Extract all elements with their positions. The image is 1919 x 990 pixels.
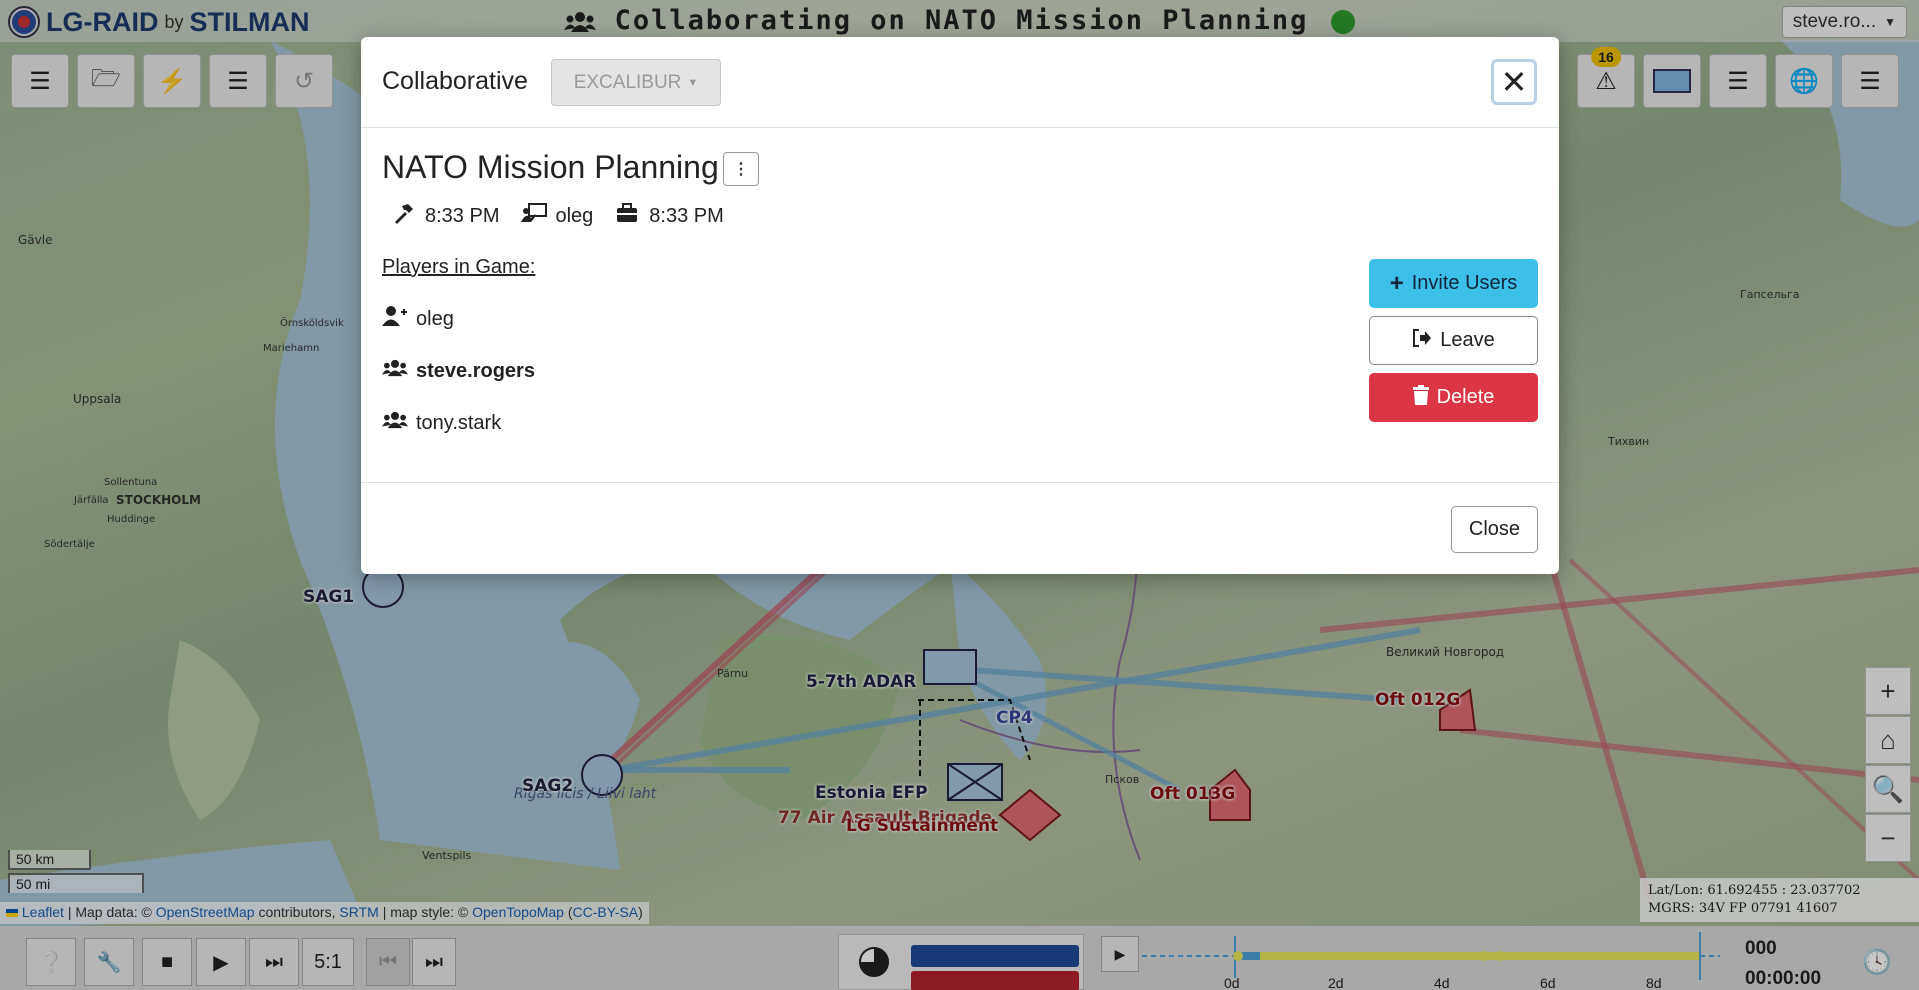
invite-users-label: Invite Users <box>1411 272 1518 294</box>
modified-time: 8:33 PM <box>649 204 724 227</box>
hammer-icon <box>391 202 415 230</box>
delete-label: Delete <box>1436 386 1495 408</box>
organization-select[interactable]: EXCALIBUR ▼ <box>551 59 721 106</box>
game-name: NATO Mission Planning <box>382 149 719 185</box>
player-item: oleg <box>382 305 454 333</box>
created-time: 8:33 PM <box>425 204 500 227</box>
sign-out-icon <box>1412 328 1432 353</box>
plus-icon: + <box>1389 269 1404 297</box>
player-name: oleg <box>416 307 454 330</box>
collaborative-modal: Collaborative EXCALIBUR ▼ ✕ NATO Mission… <box>361 37 1559 574</box>
vertical-ellipsis-icon: ⋮ <box>733 161 749 178</box>
players-heading: Players in Game: <box>382 256 536 278</box>
users-icon <box>382 410 408 436</box>
close-x-button[interactable]: ✕ <box>1491 59 1537 105</box>
modal-title: Collaborative <box>382 67 528 95</box>
caret-down-icon: ▼ <box>687 76 699 89</box>
player-item: tony.stark <box>382 410 501 436</box>
modal-header: Collaborative EXCALIBUR ▼ ✕ <box>361 37 1559 128</box>
trash-icon <box>1412 384 1429 411</box>
player-item: steve.rogers <box>382 358 535 384</box>
invite-users-button[interactable]: + Invite Users <box>1369 259 1538 308</box>
org-select-value: EXCALIBUR <box>573 71 682 93</box>
game-meta-row: 8:33 PM oleg 8:33 PM <box>391 202 724 230</box>
leave-button[interactable]: Leave <box>1369 316 1538 365</box>
user-plus-icon <box>382 305 408 333</box>
leave-label: Leave <box>1440 329 1495 351</box>
presenter-icon <box>521 202 548 230</box>
owner-name: oleg <box>555 204 594 227</box>
close-button[interactable]: Close <box>1451 506 1538 553</box>
modal-body: NATO Mission Planning ⋮ 8:33 PM oleg 8:3… <box>361 128 1559 483</box>
player-name: tony.stark <box>416 411 502 434</box>
game-options-button[interactable]: ⋮ <box>723 152 759 186</box>
delete-button[interactable]: Delete <box>1369 373 1538 422</box>
close-icon: ✕ <box>1500 64 1528 100</box>
player-name: steve.rogers <box>416 359 535 382</box>
briefcase-icon <box>615 203 639 229</box>
users-icon <box>382 358 408 384</box>
